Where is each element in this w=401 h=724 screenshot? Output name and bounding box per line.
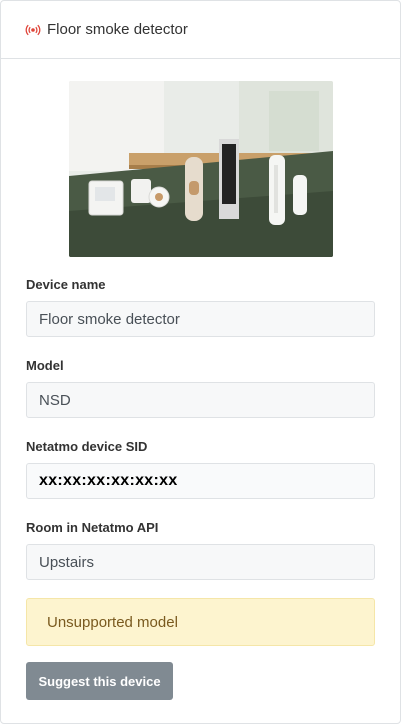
device-sid-field[interactable]: xx:xx:xx:xx:xx:xx xyxy=(26,463,375,499)
model-label: Model xyxy=(26,358,64,373)
suggest-device-button[interactable]: Suggest this device xyxy=(26,662,173,700)
smoke-signal-icon xyxy=(25,22,41,38)
model-field[interactable]: NSD xyxy=(26,382,375,418)
room-field[interactable]: Upstairs xyxy=(26,544,375,580)
device-card: Floor smoke detector Device name Floor s… xyxy=(0,0,401,724)
device-name-field[interactable]: Floor smoke detector xyxy=(26,301,375,337)
device-name-label: Device name xyxy=(26,277,106,292)
device-sid-label: Netatmo device SID xyxy=(26,439,148,454)
product-photo xyxy=(69,81,333,257)
card-header: Floor smoke detector xyxy=(1,1,400,59)
alert-text: Unsupported model xyxy=(47,613,178,631)
room-label: Room in Netatmo API xyxy=(26,520,159,535)
page-title: Floor smoke detector xyxy=(47,21,188,38)
unsupported-alert: Unsupported model xyxy=(26,598,375,646)
